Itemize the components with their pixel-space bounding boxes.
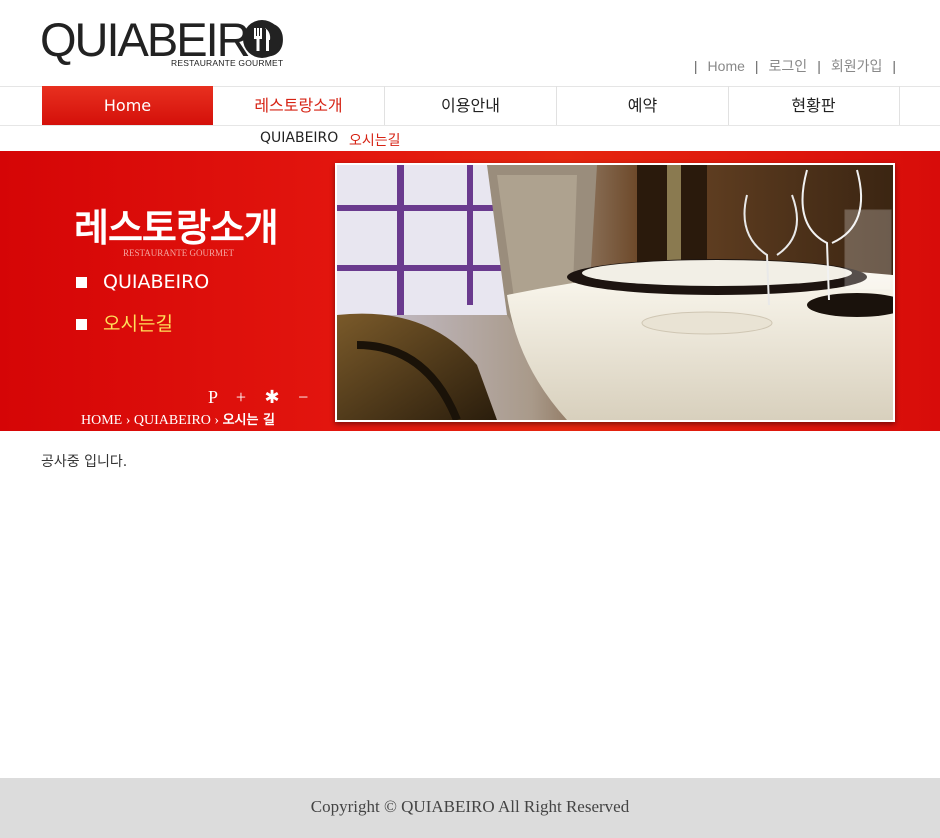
- banner-title: 레스토랑소개: [74, 206, 279, 250]
- subnav-item-directions[interactable]: 오시는길: [349, 130, 401, 150]
- breadcrumb-quiabeiro[interactable]: QUIABEIRO: [134, 413, 211, 428]
- site-logo[interactable]: QUIABEIRO RESTAURANTE GOURMET: [40, 14, 285, 70]
- util-login-link[interactable]: 로그인: [769, 58, 808, 74]
- site-header: QUIABEIRO RESTAURANTE GOURMET | Home | 로그인 |…: [0, 0, 940, 87]
- breadcrumb-home[interactable]: HOME: [81, 413, 122, 428]
- nav-item-status-board[interactable]: 현황판: [728, 86, 900, 125]
- breadcrumb-current: 오시는 길: [222, 413, 275, 428]
- util-signup-link[interactable]: 회원가입: [831, 58, 883, 74]
- sub-nav: QUIABEIRO 오시는길: [0, 126, 940, 151]
- fork-knife-icon: [243, 20, 281, 58]
- banner-menu-quiabeiro[interactable]: QUIABEIRO: [76, 271, 209, 293]
- logo-tagline: RESTAURANTE GOURMET: [171, 58, 284, 68]
- site-footer: Copyright © QUIABEIRO All Right Reserved: [0, 778, 940, 838]
- nav-item-home[interactable]: Home: [42, 86, 213, 125]
- subnav-item-quiabeiro[interactable]: QUIABEIRO: [260, 130, 338, 146]
- font-size-controls[interactable]: P + ✱ −: [208, 387, 315, 408]
- banner-menu-label: QUIABEIRO: [103, 271, 210, 293]
- util-home-link[interactable]: Home: [708, 58, 745, 74]
- page-content-message: 공사중 입니다.: [41, 454, 128, 470]
- chevron-right-icon: ›: [214, 413, 220, 428]
- main-nav: Home 레스토랑소개 이용안내 예약 현황판: [0, 86, 940, 126]
- nav-item-reservation[interactable]: 예약: [557, 86, 729, 125]
- banner-menu-directions[interactable]: 오시는길: [76, 309, 173, 336]
- restaurant-photo: [335, 163, 895, 422]
- page-banner: 레스토랑소개 RESTAURANTE GOURMET QUIABEIRO 오시는…: [0, 151, 940, 431]
- square-bullet-icon: [76, 319, 87, 330]
- breadcrumb: HOME › QUIABEIRO › 오시는 길: [81, 409, 275, 429]
- banner-subtitle: RESTAURANTE GOURMET: [123, 248, 235, 258]
- copyright-text: Copyright © QUIABEIRO All Right Reserved: [310, 797, 630, 816]
- chevron-right-icon: ›: [125, 413, 131, 428]
- square-bullet-icon: [76, 277, 87, 288]
- nav-item-restaurant-intro[interactable]: 레스토랑소개: [213, 86, 385, 125]
- nav-item-guide[interactable]: 이용안내: [385, 86, 557, 125]
- utility-links: | Home | 로그인 | 회원가입 |: [693, 58, 896, 74]
- banner-menu-label: 오시는길: [103, 313, 173, 335]
